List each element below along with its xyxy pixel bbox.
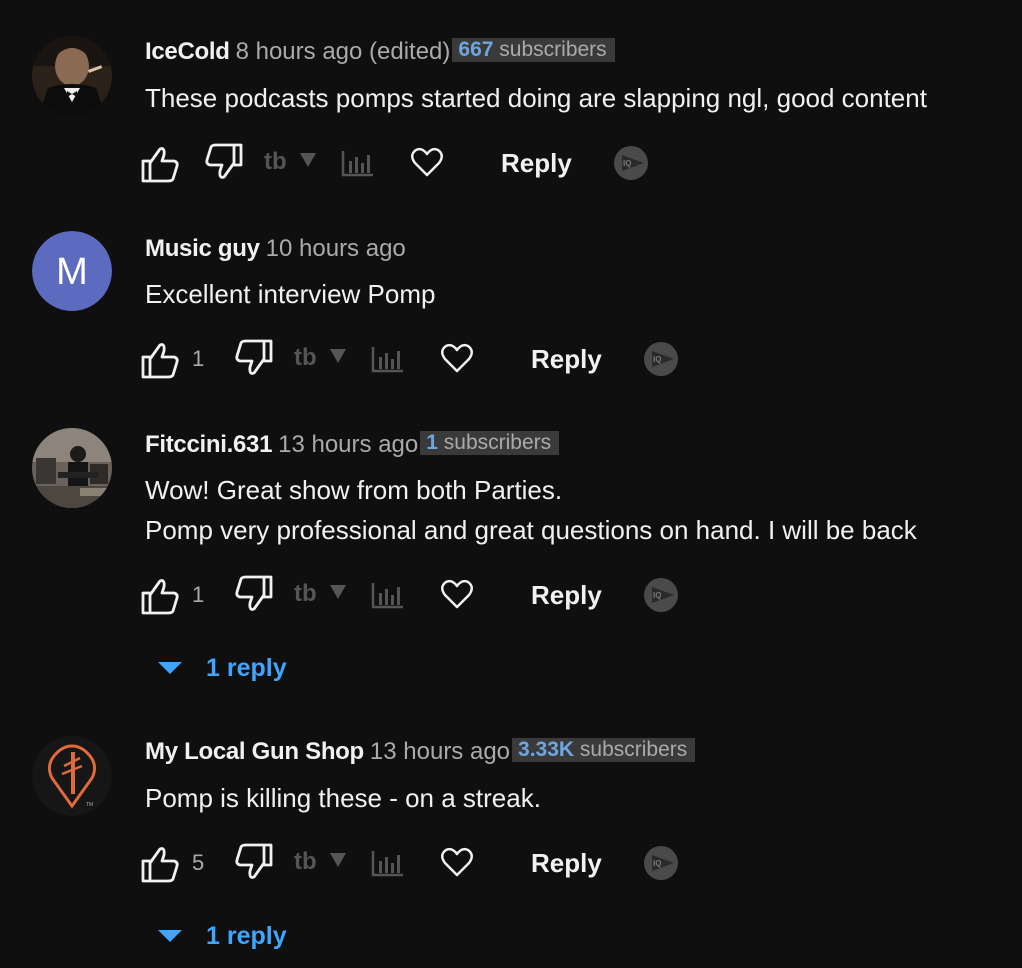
comment-time[interactable]: 13 hours ago (278, 431, 418, 458)
svg-text:tb: tb (264, 148, 287, 175)
bar-chart-icon[interactable] (340, 141, 376, 185)
view-replies-button[interactable]: 1 reply (158, 648, 287, 688)
comment-header: Fitccini.631 13 hours ago 1 subscribers (145, 430, 560, 460)
heart-icon[interactable] (440, 337, 474, 381)
svg-text:IQ: IQ (623, 159, 631, 168)
subscriber-word: subscribers (443, 431, 552, 454)
tubebuddy-icon[interactable]: tb (264, 141, 322, 185)
comment-line: Pomp very professional and great questio… (145, 515, 917, 545)
svg-text:tb: tb (294, 344, 317, 371)
comment-line: These podcasts pomps started doing are s… (145, 83, 927, 113)
comment-header: Music guy 10 hours ago (145, 234, 406, 264)
author-name[interactable]: Music guy (145, 235, 260, 262)
avatar-letter: M (56, 251, 88, 293)
author-name[interactable]: Fitccini.631 (145, 431, 272, 458)
comment-text: Excellent interview Pomp (145, 274, 435, 314)
svg-text:tb: tb (294, 580, 317, 607)
tubebuddy-icon[interactable]: tb (294, 841, 352, 885)
replies-count-label: 1 reply (206, 653, 287, 682)
subscriber-count: 1 (426, 431, 438, 454)
svg-text:tb: tb (294, 848, 317, 875)
subscriber-word: subscribers (499, 38, 607, 61)
like-count: 1 (192, 346, 205, 371)
comment-time[interactable]: 8 hours ago (edited) (236, 38, 451, 65)
ia-play-icon[interactable]: IQ (642, 841, 682, 885)
comment-thread: TM My Local Gun Shop 13 hours ago 3.33K su… (0, 710, 1022, 968)
thumbs-down-icon[interactable] (234, 573, 274, 617)
thumbs-down-icon[interactable] (234, 337, 274, 381)
avatar[interactable]: TM (32, 736, 112, 816)
replies-count-label: 1 reply (206, 921, 287, 950)
like-count: 5 (192, 850, 205, 875)
subscriber-badge: 1 subscribers (420, 431, 560, 455)
thumbs-up-icon[interactable] (140, 841, 180, 885)
reply-button[interactable]: Reply (531, 337, 602, 381)
avatar[interactable] (32, 36, 112, 116)
ia-play-icon[interactable]: IQ (612, 141, 652, 185)
thumbs-up-icon[interactable] (140, 337, 180, 381)
comment-text: Wow! Great show from both Parties. Pomp … (145, 470, 917, 550)
thumbs-down-icon[interactable] (234, 841, 274, 885)
svg-text:IQ: IQ (653, 591, 661, 600)
bar-chart-icon[interactable] (370, 337, 406, 381)
comment-line: Wow! Great show from both Parties. (145, 475, 563, 505)
comment-header: IceCold 8 hours ago (edited) 667 subscribe… (145, 37, 615, 67)
tubebuddy-icon[interactable]: tb (294, 337, 352, 381)
heart-icon[interactable] (410, 141, 444, 185)
reply-button[interactable]: Reply (531, 841, 602, 885)
thumbs-up-icon[interactable] (140, 141, 180, 185)
thumbs-down-icon[interactable] (204, 141, 244, 185)
subscriber-badge: 3.33K subscribers (512, 738, 696, 762)
svg-text:IQ: IQ (653, 355, 661, 364)
caret-down-icon (158, 928, 182, 944)
comment-thread: M Music guy 10 hours ago Excellent interv… (0, 200, 1022, 400)
ia-play-icon[interactable]: IQ (642, 573, 682, 617)
author-name[interactable]: IceCold (145, 38, 230, 65)
comment-line: Pomp is killing these - on a streak. (145, 783, 541, 813)
bar-chart-icon[interactable] (370, 841, 406, 885)
comment-time[interactable]: 13 hours ago (370, 738, 510, 765)
comment-time[interactable]: 10 hours ago (266, 235, 406, 262)
comment-text: Pomp is killing these - on a streak. (145, 778, 541, 818)
subscriber-word: subscribers (579, 738, 688, 761)
bar-chart-icon[interactable] (370, 573, 406, 617)
tubebuddy-icon[interactable]: tb (294, 573, 352, 617)
comment-header: My Local Gun Shop 13 hours ago 3.33K subsc… (145, 737, 696, 767)
avatar[interactable]: M (32, 231, 112, 311)
comment-thread: Fitccini.631 13 hours ago 1 subscribers Wo… (0, 400, 1022, 710)
ia-play-icon[interactable]: IQ (642, 337, 682, 381)
reply-button[interactable]: Reply (501, 141, 572, 185)
thumbs-up-icon[interactable] (140, 573, 180, 617)
view-replies-button[interactable]: 1 reply (158, 916, 287, 956)
svg-text:TM: TM (86, 802, 93, 808)
caret-down-icon (158, 660, 182, 676)
reply-button[interactable]: Reply (531, 573, 602, 617)
subscriber-badge: 667 subscribers (452, 38, 615, 62)
comment-thread: IceCold 8 hours ago (edited) 667 subscribe… (0, 0, 1022, 200)
avatar[interactable] (32, 428, 112, 508)
heart-icon[interactable] (440, 841, 474, 885)
like-count: 1 (192, 582, 205, 607)
subscriber-count: 3.33K (518, 738, 575, 761)
heart-icon[interactable] (440, 573, 474, 617)
author-name[interactable]: My Local Gun Shop (145, 738, 364, 765)
comment-text: These podcasts pomps started doing are s… (145, 78, 927, 118)
comment-line: Excellent interview Pomp (145, 279, 436, 309)
subscriber-count: 667 (458, 38, 494, 61)
svg-text:IQ: IQ (653, 859, 661, 868)
